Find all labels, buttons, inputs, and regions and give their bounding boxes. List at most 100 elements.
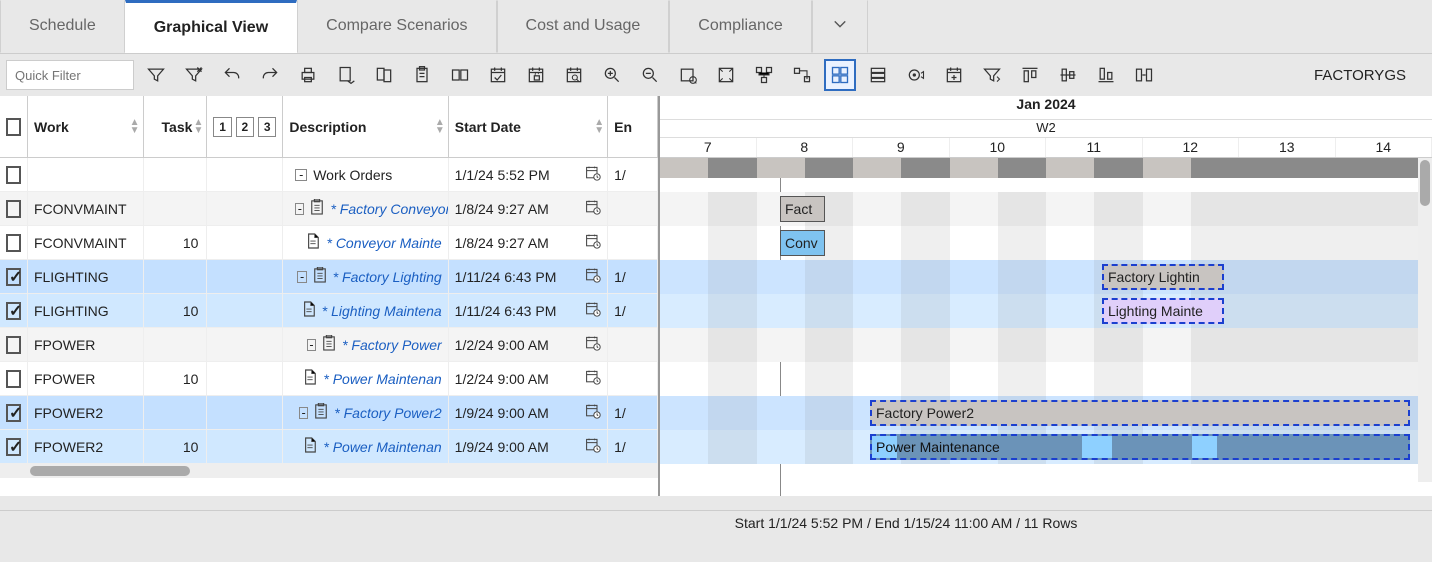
tree-button[interactable] [748,59,780,91]
gantt-row[interactable] [660,158,1432,192]
tab-schedule[interactable]: Schedule [0,0,125,53]
gantt-bar[interactable]: Conv [780,230,825,256]
cell-description[interactable]: * Power Maintenan [283,430,448,463]
zoom-in-button[interactable] [596,59,628,91]
cell-start-date[interactable]: 1/11/24 6:43 PM [449,260,608,293]
col-start-date[interactable]: Start Date▲▼ [449,96,608,157]
table-row[interactable]: FCONVMAINT10* Conveyor Mainte1/8/24 9:27… [0,226,658,260]
tab-cost-usage[interactable]: Cost and Usage [497,0,670,53]
row-checkbox[interactable] [6,370,21,388]
gantt-row[interactable]: Factory Lightin [660,260,1432,294]
col-description[interactable]: Description▲▼ [283,96,448,157]
row-checkbox[interactable] [6,200,21,218]
row-checkbox[interactable] [6,302,21,320]
gantt-row[interactable]: Conv [660,226,1432,260]
cell-start-date[interactable]: 1/9/24 9:00 AM [449,396,608,429]
gantt-day[interactable]: 12 [1143,138,1240,157]
align-bot-button[interactable] [1090,59,1122,91]
gantt-row[interactable]: Power Maintenance [660,430,1432,464]
spread-button[interactable] [1128,59,1160,91]
gantt-day[interactable]: 8 [757,138,854,157]
align-mid-button[interactable] [1052,59,1084,91]
gantt-row[interactable]: Factory Power2 [660,396,1432,430]
tab-compliance[interactable]: Compliance [669,0,811,53]
row-checkbox[interactable] [6,404,21,422]
row-checkbox[interactable] [6,336,21,354]
cell-start-date[interactable]: 1/2/24 9:00 AM [449,328,608,361]
table-row[interactable]: FPOWER-* Factory Power1/2/24 9:00 AM [0,328,658,362]
gantt-body[interactable]: Fact Conv Factory Lightin Lighting Mainte Fa… [660,158,1432,496]
quick-filter-input[interactable] [6,60,134,90]
expand-toggle[interactable]: - [299,407,308,419]
expand-toggle[interactable]: - [295,169,307,181]
fullscreen-button[interactable] [710,59,742,91]
align-top-button[interactable] [1014,59,1046,91]
gantt-row[interactable]: Fact [660,192,1432,226]
gantt-bar[interactable]: Factory Power2 [870,400,1410,426]
cell-description[interactable]: -* Factory Power [283,328,448,361]
gantt-day[interactable]: 13 [1239,138,1336,157]
goto-button[interactable] [672,59,704,91]
cell-description[interactable]: -* Factory Power2 [283,396,448,429]
datetime-icon[interactable] [585,301,601,320]
tab-more[interactable] [812,0,868,53]
row-checkbox[interactable] [6,268,21,286]
col-task[interactable]: Task▲▼ [144,96,208,157]
cell-description[interactable]: -Work Orders [283,158,448,191]
col-end-date[interactable]: En [608,96,658,157]
cal-lock-button[interactable] [520,59,552,91]
undo-button[interactable] [216,59,248,91]
row-checkbox[interactable] [6,166,21,184]
multi-copy-button[interactable] [444,59,476,91]
table-row[interactable]: FLIGHTING10* Lighting Maintena1/11/24 6:… [0,294,658,328]
col-checkbox[interactable] [0,96,28,157]
cell-start-date[interactable]: 1/11/24 6:43 PM [449,294,608,327]
paste-button[interactable] [406,59,438,91]
datetime-icon[interactable] [585,199,601,218]
export-button[interactable] [330,59,362,91]
cal-search-button[interactable] [558,59,590,91]
datetime-icon[interactable] [585,403,601,422]
datetime-icon[interactable] [585,335,601,354]
table-row[interactable]: FCONVMAINT-* Factory Conveyor Ma1/8/24 9… [0,192,658,226]
vscroll[interactable] [1418,158,1432,482]
cell-description[interactable]: * Lighting Maintena [283,294,448,327]
record-button[interactable] [900,59,932,91]
layout-active-button[interactable] [824,59,856,91]
link-button[interactable] [786,59,818,91]
gantt-bar[interactable]: Lighting Mainte [1102,298,1224,324]
expand-toggle[interactable]: - [295,203,304,215]
tab-graphical-view[interactable]: Graphical View [125,0,297,53]
gantt-day[interactable]: 11 [1046,138,1143,157]
rows-button[interactable] [862,59,894,91]
datetime-icon[interactable] [585,233,601,252]
copy-button[interactable] [368,59,400,91]
gantt-day[interactable]: 14 [1336,138,1432,157]
table-row[interactable]: FPOWER2-* Factory Power21/9/24 9:00 AM1/ [0,396,658,430]
gantt-bar[interactable]: Fact [780,196,825,222]
datetime-icon[interactable] [585,437,601,456]
gantt-row[interactable]: Lighting Mainte [660,294,1432,328]
hscroll-left[interactable] [0,464,658,478]
redo-button[interactable] [254,59,286,91]
cell-start-date[interactable]: 1/1/24 5:52 PM [449,158,608,191]
col-work[interactable]: Work▲▼ [28,96,144,157]
cal-check-button[interactable] [482,59,514,91]
cell-description[interactable]: * Power Maintenan [283,362,448,395]
table-row[interactable]: -Work Orders1/1/24 5:52 PM1/ [0,158,658,192]
gantt-bar[interactable]: Factory Lightin [1102,264,1224,290]
table-row[interactable]: FPOWER10* Power Maintenan1/2/24 9:00 AM [0,362,658,396]
cell-description[interactable]: -* Factory Lighting [283,260,448,293]
table-row[interactable]: FLIGHTING-* Factory Lighting1/11/24 6:43… [0,260,658,294]
datetime-icon[interactable] [585,369,601,388]
gantt-day[interactable]: 10 [950,138,1047,157]
gantt-day[interactable]: 9 [853,138,950,157]
gantt-row[interactable] [660,362,1432,396]
cell-start-date[interactable]: 1/8/24 9:27 AM [449,226,608,259]
filter-button[interactable] [140,59,172,91]
print-button[interactable] [292,59,324,91]
gantt-day[interactable]: 7 [660,138,757,157]
datetime-icon[interactable] [585,267,601,286]
cell-description[interactable]: * Conveyor Mainte [283,226,448,259]
clear-filter-button[interactable] [178,59,210,91]
